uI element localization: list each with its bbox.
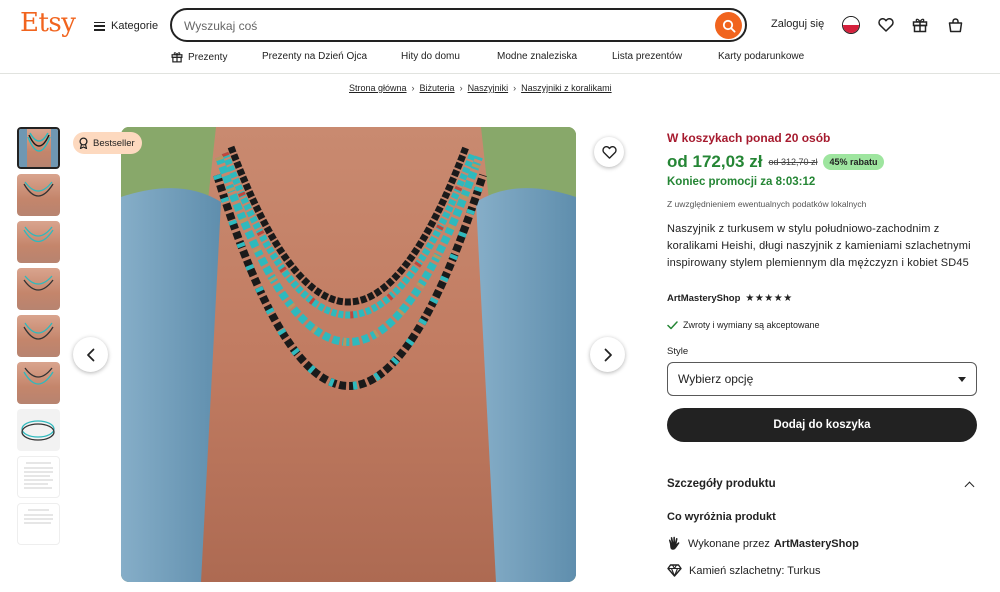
breadcrumb-home[interactable]: Strona główna <box>349 83 407 93</box>
highlights-heading: Co wyróżnia produkt <box>667 511 776 523</box>
thumbnail-6[interactable] <box>17 362 60 404</box>
breadcrumb-necklaces[interactable]: Naszyjniki <box>468 83 509 93</box>
favorite-button[interactable] <box>594 137 624 167</box>
shop-name-link[interactable]: ArtMasteryShop <box>667 293 740 304</box>
site-header: Etsy Kategorie Zaloguj się <box>0 0 1000 74</box>
signin-link[interactable]: Zaloguj się <box>771 18 824 30</box>
previous-image-button[interactable] <box>73 337 108 372</box>
chevron-right-icon: › <box>411 83 415 93</box>
gem-icon <box>667 564 682 577</box>
gifts-button[interactable] <box>909 14 931 36</box>
product-details-toggle[interactable]: Szczegóły produktu <box>667 478 977 491</box>
etsy-logo[interactable]: Etsy <box>20 8 76 38</box>
tax-note: Z uwzględnieniem ewentualnych podatków l… <box>667 199 867 209</box>
chevron-right-icon: › <box>513 83 517 93</box>
original-price: od 312,70 zł <box>768 157 818 167</box>
chevron-right-icon <box>604 348 612 361</box>
breadcrumb-jewelry[interactable]: Biżuteria <box>420 83 455 93</box>
returns-info: Zwroty i wymiany są akceptowane <box>667 320 820 330</box>
shopping-bag-icon <box>948 17 962 32</box>
thumbnail-3[interactable] <box>17 221 60 263</box>
heart-icon <box>878 18 894 32</box>
made-by-prefix: Wykonane przez <box>688 537 770 550</box>
feature-made-by: Wykonane przez ArtMasteryShop <box>667 536 859 551</box>
promo-countdown: Koniec promocji za 8:03:12 <box>667 176 816 188</box>
product-details-heading: Szczegóły produktu <box>667 478 776 490</box>
bestseller-badge: Bestseller <box>73 132 142 154</box>
feature-gemstone: Kamień szlachetny: Turkus <box>667 564 820 577</box>
chevron-up-icon <box>964 481 975 491</box>
style-select-value: Wybierz opcję <box>678 372 754 386</box>
next-image-button[interactable] <box>590 337 625 372</box>
nav-item-home-hits[interactable]: Hity do domu <box>401 51 460 62</box>
product-title: Naszyjnik z turkusem w stylu południowo-… <box>667 223 971 269</box>
category-nav: Prezenty Prezenty na Dzień Ojca Hity do … <box>0 48 1000 68</box>
favorites-button[interactable] <box>875 14 897 36</box>
product-main-image[interactable] <box>121 127 576 582</box>
basket-notice: W koszykach ponad 20 osób <box>667 131 831 145</box>
discount-badge: 45% rabatu <box>823 154 884 170</box>
style-select[interactable]: Wybierz opcję <box>667 362 977 396</box>
chevron-left-icon <box>86 348 94 361</box>
gift-icon <box>912 18 928 33</box>
made-by-shop-link[interactable]: ArtMasteryShop <box>774 538 859 550</box>
hamburger-icon <box>94 21 105 31</box>
nav-item-gift-list[interactable]: Lista prezentów <box>612 51 682 62</box>
hand-wave-icon <box>668 536 680 550</box>
breadcrumb-beaded-necklaces[interactable]: Naszyjniki z koralikami <box>521 83 612 93</box>
nav-item-label: Prezenty <box>188 51 228 63</box>
gift-icon <box>171 52 183 63</box>
search-icon <box>722 19 736 33</box>
award-ribbon-icon <box>79 137 88 149</box>
categories-button[interactable]: Kategorie <box>94 17 158 35</box>
heart-icon <box>601 145 617 159</box>
returns-label: Zwroty i wymiany są akceptowane <box>683 320 820 330</box>
search-input[interactable] <box>184 17 704 35</box>
add-to-cart-button[interactable]: Dodaj do koszyka <box>667 408 977 442</box>
thumbnail-9[interactable] <box>17 503 60 545</box>
nav-item-trending[interactable]: Modne znaleziska <box>497 51 577 62</box>
thumbnail-1[interactable] <box>17 127 60 169</box>
shop-rating-row: ArtMasteryShop ★★★★★ <box>667 293 793 304</box>
current-price: od 172,03 zł <box>667 152 763 171</box>
cart-button[interactable] <box>944 14 966 36</box>
search-button[interactable] <box>715 12 742 39</box>
thumbnail-2[interactable] <box>17 174 60 216</box>
star-rating: ★★★★★ <box>745 293 793 304</box>
region-button[interactable] <box>840 14 862 36</box>
caret-down-icon <box>958 376 966 382</box>
thumbnail-5[interactable] <box>17 315 60 357</box>
nav-item-gift-cards[interactable]: Karty podarunkowe <box>718 51 804 62</box>
nav-item-gifts[interactable]: Prezenty <box>171 51 227 63</box>
thumbnail-8[interactable] <box>17 456 60 498</box>
thumbnail-7[interactable] <box>17 409 60 451</box>
breadcrumb: Strona główna › Biżuteria › Naszyjniki ›… <box>349 83 612 93</box>
necklace-photo <box>121 127 576 582</box>
categories-label: Kategorie <box>111 20 159 32</box>
style-label: Style <box>667 346 689 357</box>
price-row: od 172,03 zł od 312,70 zł 45% rabatu <box>667 152 884 172</box>
chevron-right-icon: › <box>459 83 463 93</box>
gemstone-label: Kamień szlachetny: Turkus <box>689 564 821 577</box>
thumbnail-4[interactable] <box>17 268 60 310</box>
bestseller-label: Bestseller <box>93 137 135 149</box>
poland-flag-icon <box>842 16 860 34</box>
search-bar <box>170 8 747 42</box>
nav-item-fathers-day[interactable]: Prezenty na Dzień Ojca <box>262 51 367 62</box>
checkmark-icon <box>667 320 678 329</box>
